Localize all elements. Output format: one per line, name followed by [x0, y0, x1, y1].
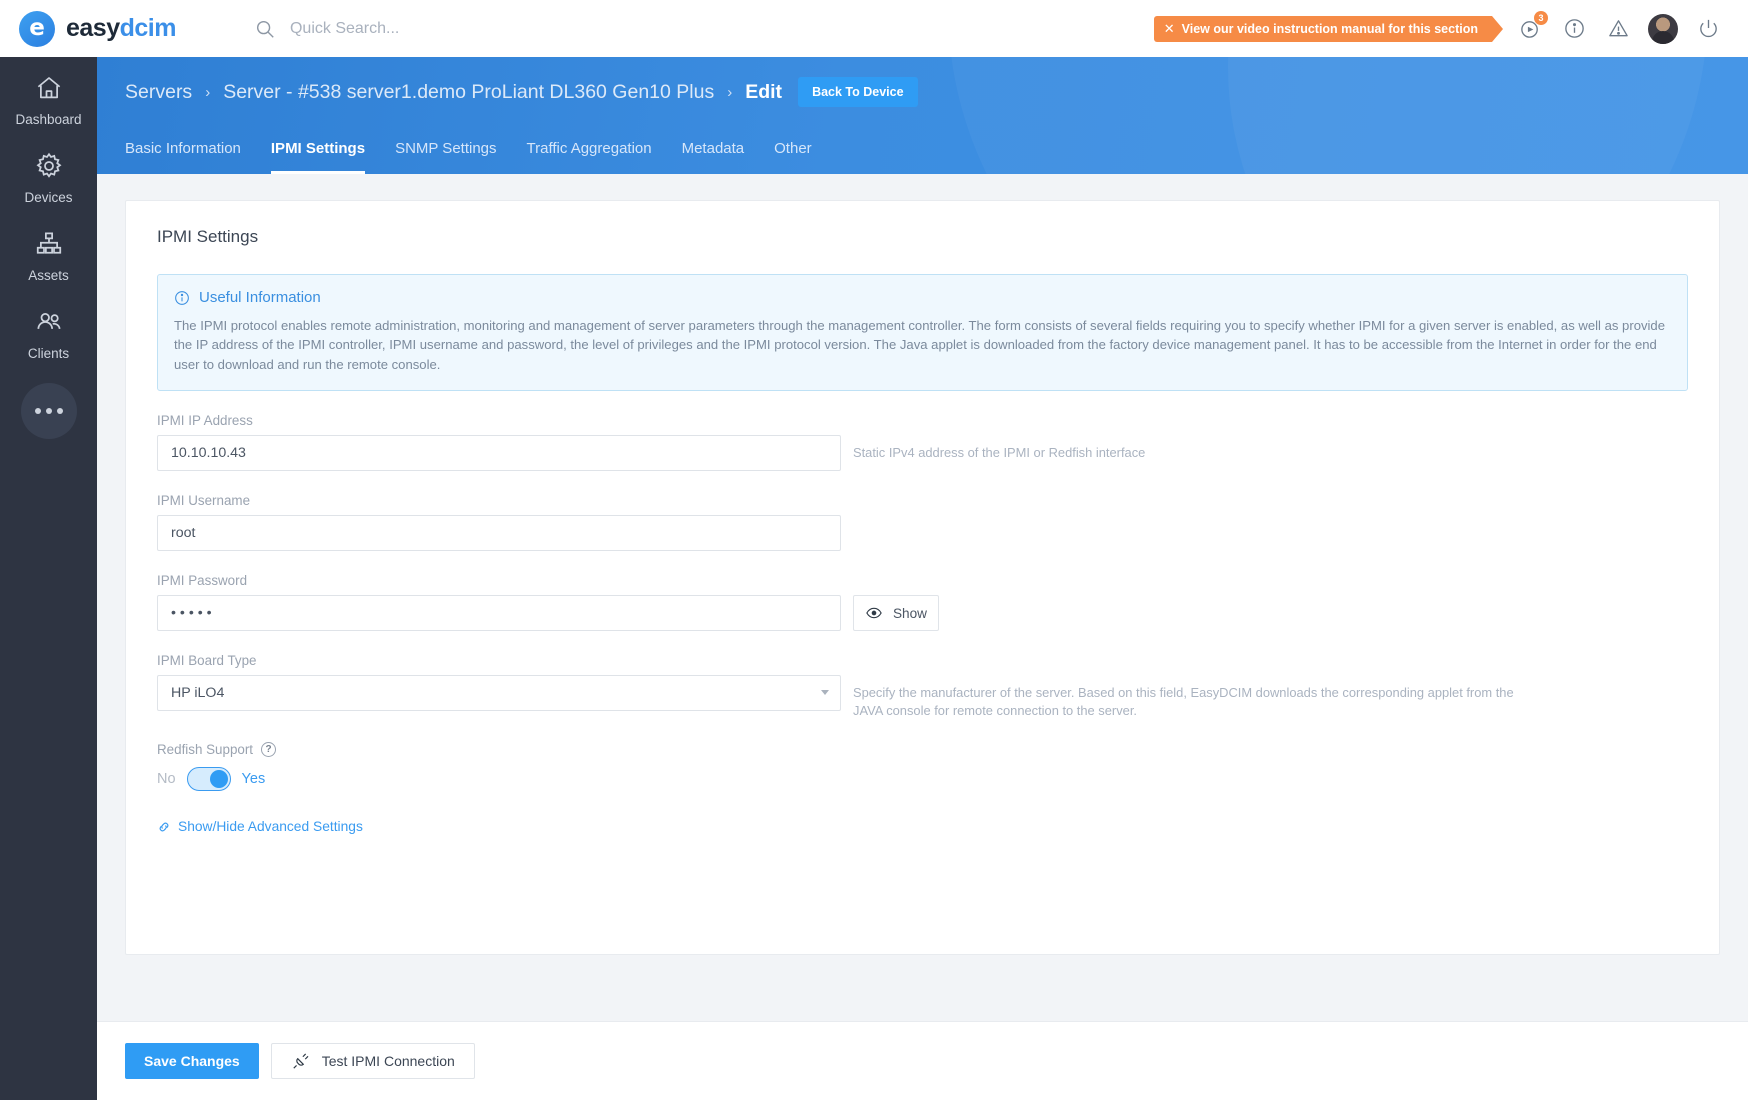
- sidebar: Dashboard Devices Assets Clients: [0, 57, 97, 1100]
- tab-ipmi-settings[interactable]: IPMI Settings: [270, 130, 366, 174]
- ipmi-board-type-helper: Specify the manufacturer of the server. …: [853, 685, 1514, 719]
- field-ipmi-password: IPMI Password Show: [157, 573, 1719, 632]
- ipmi-ip-address-input[interactable]: [157, 435, 841, 472]
- ipmi-settings-card: IPMI Settings Useful Information The IPM…: [125, 200, 1720, 955]
- sidebar-item-clients[interactable]: Clients: [0, 291, 97, 369]
- logo-text: easydcim: [66, 14, 176, 43]
- info-circle-icon: [174, 290, 190, 306]
- tab-other[interactable]: Other: [774, 130, 812, 174]
- close-icon[interactable]: ✕: [1164, 16, 1175, 42]
- ipmi-board-type-select-wrap: HP iLO4: [157, 675, 841, 712]
- avatar[interactable]: [1648, 13, 1678, 44]
- field-redfish-support: Redfish Support ? No Yes: [157, 742, 1719, 792]
- ipmi-password-label: IPMI Password: [157, 573, 248, 589]
- redfish-support-toggle-row: No Yes: [157, 767, 1719, 792]
- users-icon: [34, 307, 64, 337]
- chevron-right-icon: ›: [205, 83, 211, 101]
- breadcrumb-item-edit: Edit: [745, 80, 783, 103]
- redfish-support-label-text: Redfish Support: [157, 742, 254, 758]
- info-circle-icon[interactable]: [1552, 7, 1596, 51]
- show-hide-advanced-settings-link[interactable]: Show/Hide Advanced Settings: [157, 819, 1719, 834]
- page-header: Servers › Server - #538 server1.demo Pro…: [97, 57, 1748, 174]
- useful-information-title: Useful Information: [174, 289, 1670, 306]
- power-icon[interactable]: [1686, 7, 1730, 51]
- useful-information-body: The IPMI protocol enables remote adminis…: [174, 318, 1665, 372]
- footer-action-bar: Save Changes Test IPMI Connection: [97, 1021, 1748, 1100]
- sidebar-item-label: Clients: [27, 346, 70, 361]
- redfish-toggle-on-label: Yes: [241, 771, 266, 788]
- redfish-toggle-off-label: No: [157, 771, 176, 788]
- play-circle-icon[interactable]: 3: [1508, 7, 1552, 51]
- brand-logo[interactable]: e easydcim: [19, 10, 176, 47]
- question-circle-icon[interactable]: ?: [261, 742, 277, 758]
- toggle-knob: [209, 770, 228, 789]
- gear-icon: [34, 151, 64, 181]
- topbar-actions: ✕ View our video instruction manual for …: [1153, 7, 1730, 51]
- eye-icon: [865, 604, 883, 622]
- ipmi-board-type-label: IPMI Board Type: [157, 653, 257, 669]
- useful-information-panel: Useful Information The IPMI protocol ena…: [157, 274, 1688, 392]
- logo-mark-icon: e: [19, 10, 55, 47]
- search-input[interactable]: Quick Search...: [254, 18, 399, 40]
- tab-metadata[interactable]: Metadata: [682, 130, 745, 174]
- content-area: IPMI Settings Useful Information The IPM…: [97, 174, 1748, 1100]
- sidebar-item-devices[interactable]: Devices: [0, 135, 97, 213]
- search-icon: [254, 18, 276, 40]
- plug-icon: [291, 1052, 310, 1071]
- sidebar-item-label: Devices: [24, 190, 73, 205]
- page-title: IPMI Settings: [157, 227, 259, 246]
- sidebar-item-label: Dashboard: [15, 112, 82, 127]
- field-ipmi-username: IPMI Username: [157, 493, 1719, 552]
- field-ipmi-board-type: IPMI Board Type HP iLO4 Specify the manu…: [157, 653, 1719, 720]
- breadcrumb-item-servers[interactable]: Servers: [125, 81, 192, 104]
- tab-snmp-settings[interactable]: SNMP Settings: [395, 130, 496, 174]
- tab-basic-information[interactable]: Basic Information: [125, 130, 241, 174]
- tab-traffic-aggregation[interactable]: Traffic Aggregation: [527, 130, 652, 174]
- show-password-button[interactable]: Show: [853, 595, 939, 632]
- test-ipmi-connection-label: Test IPMI Connection: [321, 1053, 455, 1069]
- video-instruction-banner[interactable]: ✕ View our video instruction manual for …: [1153, 15, 1504, 42]
- breadcrumb: Servers › Server - #538 server1.demo Pro…: [125, 77, 1748, 107]
- ipmi-ip-address-label: IPMI IP Address: [157, 413, 253, 429]
- sidebar-item-dashboard[interactable]: Dashboard: [0, 57, 97, 135]
- link-icon: [157, 820, 171, 834]
- top-bar: e easydcim Quick Search... ✕ View our vi…: [0, 0, 1748, 57]
- search-placeholder: Quick Search...: [289, 19, 400, 37]
- redfish-support-toggle[interactable]: [186, 767, 231, 792]
- show-password-label: Show: [892, 605, 927, 621]
- chevron-right-icon: ›: [727, 83, 733, 101]
- logo-text-easy: easy: [66, 14, 120, 42]
- sidebar-item-label: Assets: [28, 268, 69, 283]
- dot-icon: [56, 408, 63, 414]
- ipmi-password-input[interactable]: [157, 595, 841, 632]
- dot-icon: [34, 408, 41, 414]
- redfish-support-label: Redfish Support ?: [157, 742, 1719, 758]
- field-ipmi-ip-address: IPMI IP Address Static IPv4 address of t…: [157, 413, 1719, 472]
- ipmi-board-type-select[interactable]: HP iLO4: [157, 675, 841, 712]
- sidebar-item-assets[interactable]: Assets: [0, 213, 97, 291]
- sitemap-icon: [34, 229, 64, 259]
- warning-triangle-icon[interactable]: [1596, 7, 1640, 51]
- ipmi-username-label: IPMI Username: [157, 493, 251, 509]
- back-to-device-button[interactable]: Back To Device: [798, 77, 918, 107]
- show-hide-advanced-settings-label: Show/Hide Advanced Settings: [178, 819, 363, 835]
- test-ipmi-connection-button[interactable]: Test IPMI Connection: [270, 1043, 475, 1079]
- sidebar-more-button[interactable]: [20, 383, 77, 439]
- tab-bar: Basic Information IPMI Settings SNMP Set…: [125, 130, 842, 174]
- video-instruction-label: View our video instruction manual for th…: [1181, 21, 1478, 36]
- useful-information-label: Useful Information: [199, 289, 321, 306]
- ipmi-username-input[interactable]: [157, 515, 841, 552]
- home-icon: [34, 73, 64, 103]
- save-changes-button[interactable]: Save Changes: [125, 1043, 259, 1079]
- ipmi-ip-address-helper: Static IPv4 address of the IPMI or Redfi…: [853, 445, 1146, 461]
- play-badge: 3: [1534, 10, 1548, 25]
- logo-text-dcim: dcim: [119, 14, 177, 42]
- dot-icon: [45, 408, 52, 414]
- breadcrumb-item-server[interactable]: Server - #538 server1.demo ProLiant DL36…: [223, 81, 714, 104]
